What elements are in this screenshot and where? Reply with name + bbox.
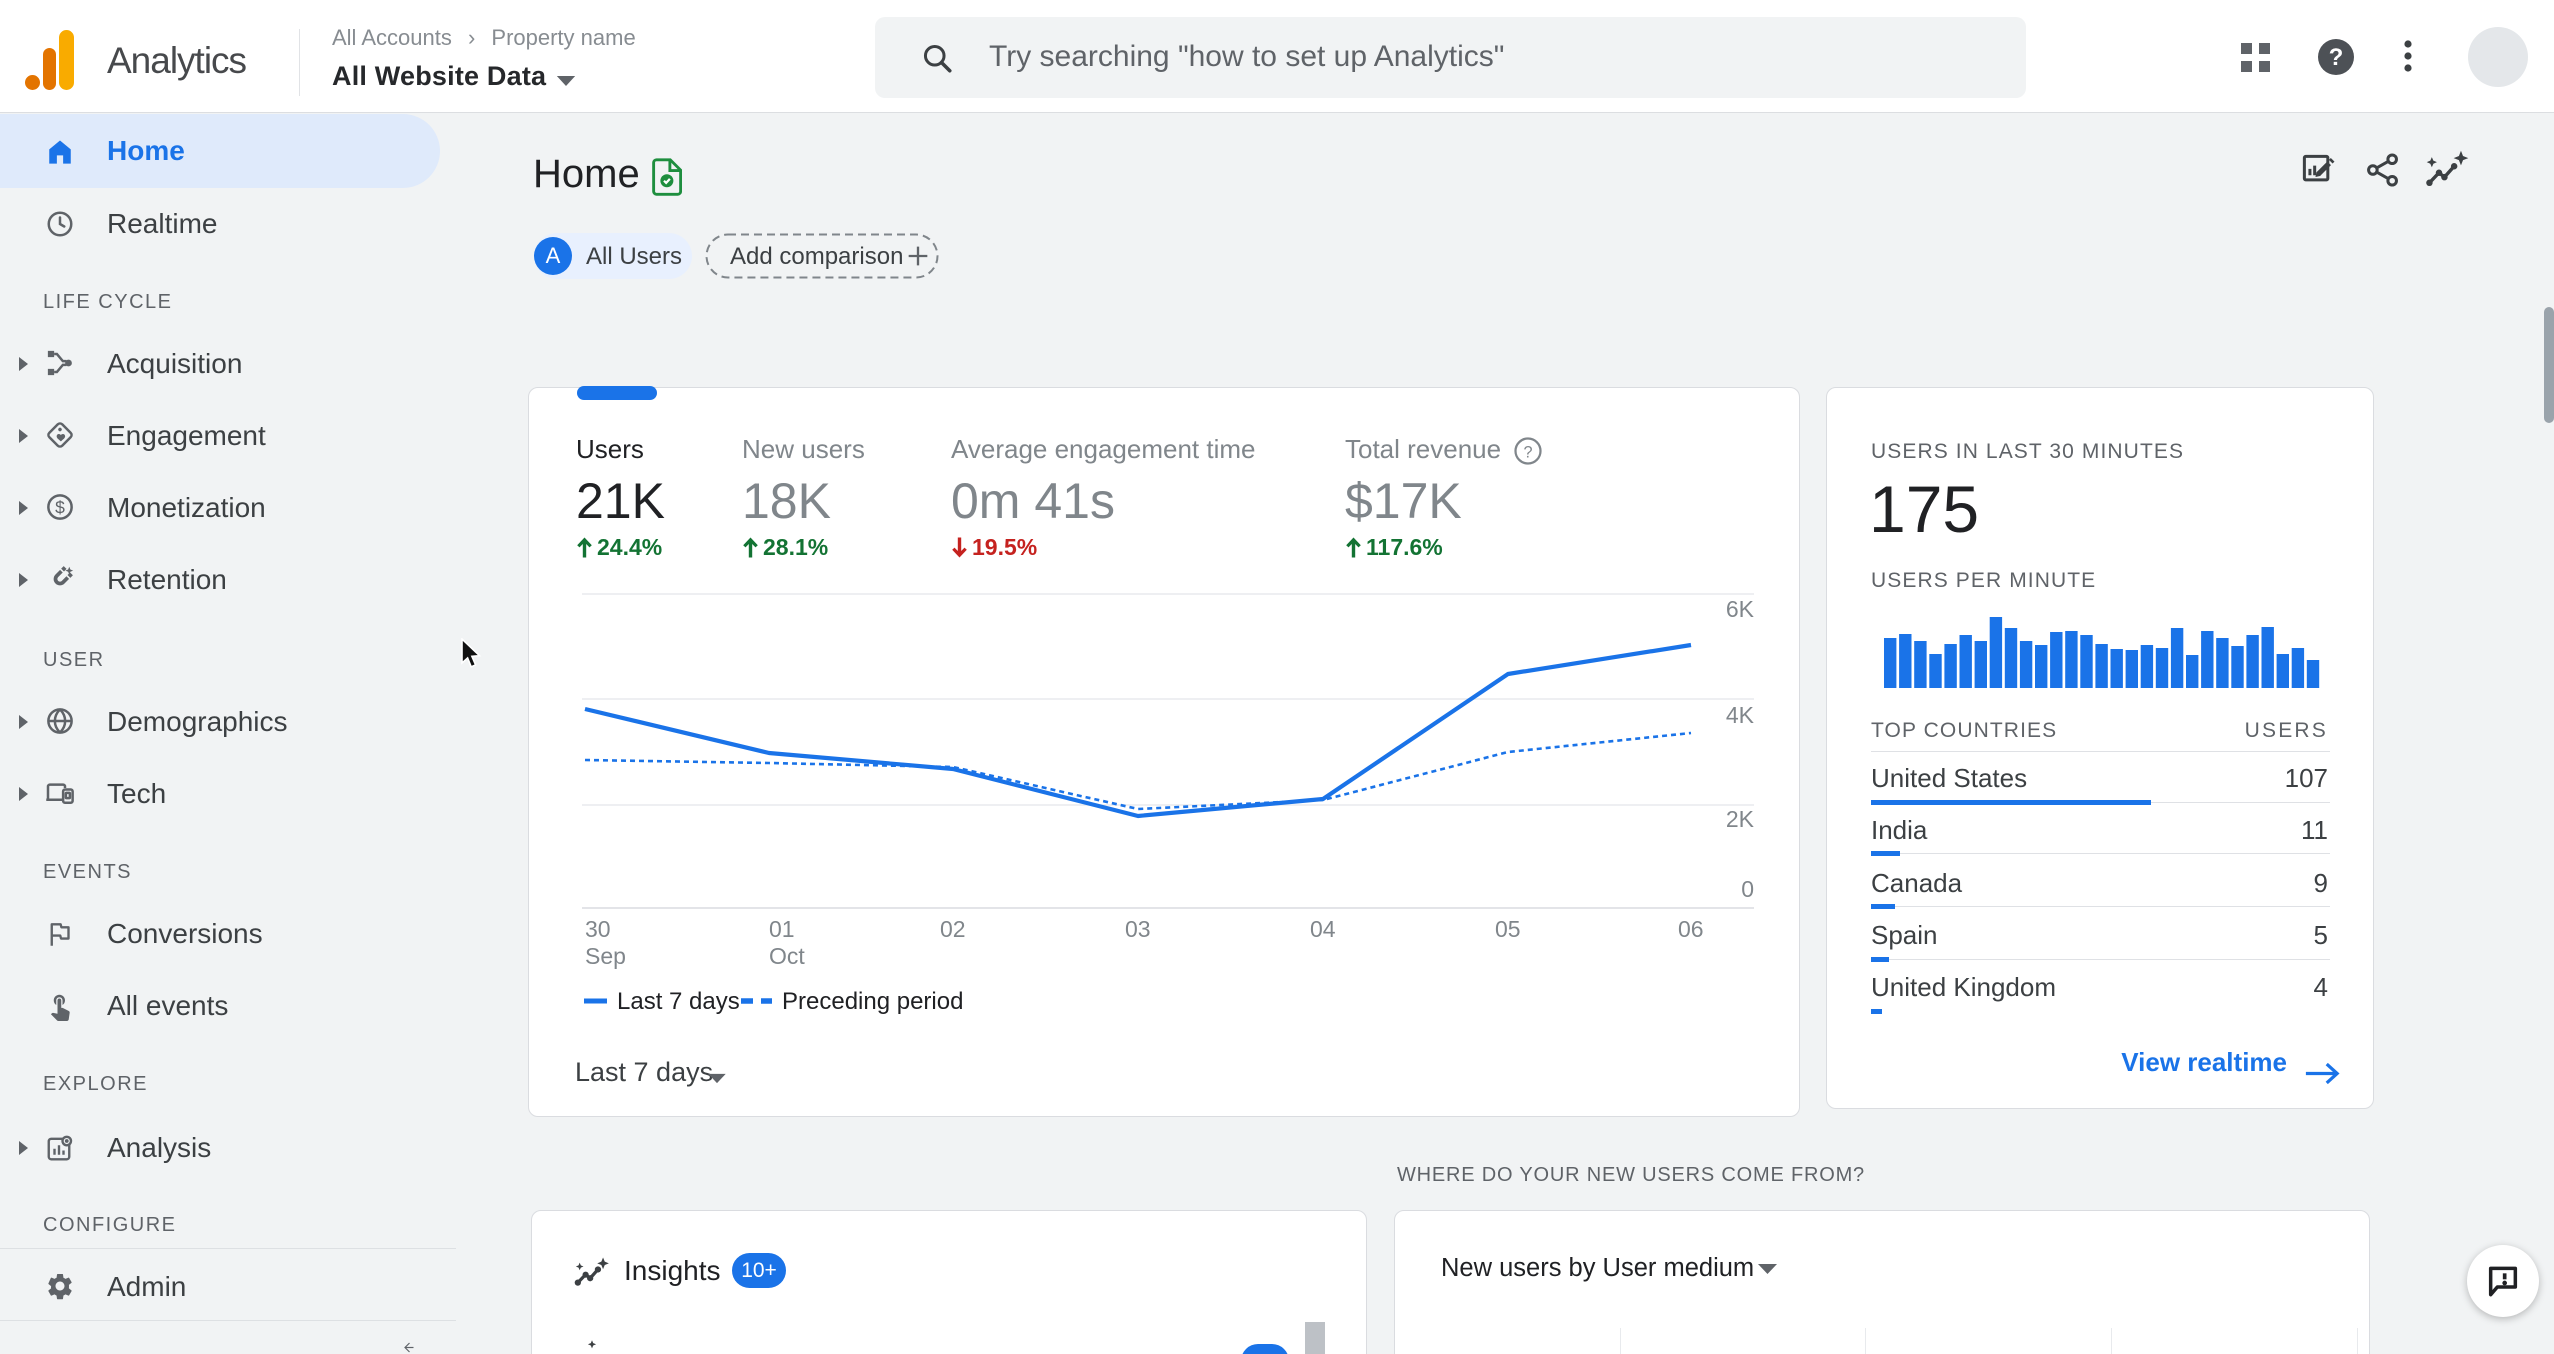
svg-text:01: 01	[769, 916, 795, 942]
svg-text:Preceding period: Preceding period	[782, 988, 963, 1015]
svg-text:Last 7 days: Last 7 days	[617, 988, 740, 1015]
svg-text:04: 04	[1310, 916, 1336, 942]
svg-text:2K: 2K	[1726, 806, 1755, 832]
svg-text:30: 30	[585, 916, 611, 942]
svg-text:05: 05	[1495, 916, 1521, 942]
svg-text:0: 0	[1741, 876, 1754, 902]
svg-text:02: 02	[940, 916, 966, 942]
svg-text:06: 06	[1678, 916, 1704, 942]
svg-text:?: ?	[2329, 44, 2344, 71]
svg-text:Oct: Oct	[769, 943, 805, 969]
svg-text:$: $	[55, 497, 65, 517]
svg-text:03: 03	[1125, 916, 1151, 942]
svg-text:6K: 6K	[1726, 596, 1755, 622]
svg-text:Sep: Sep	[585, 943, 626, 969]
svg-text:4K: 4K	[1726, 702, 1755, 728]
